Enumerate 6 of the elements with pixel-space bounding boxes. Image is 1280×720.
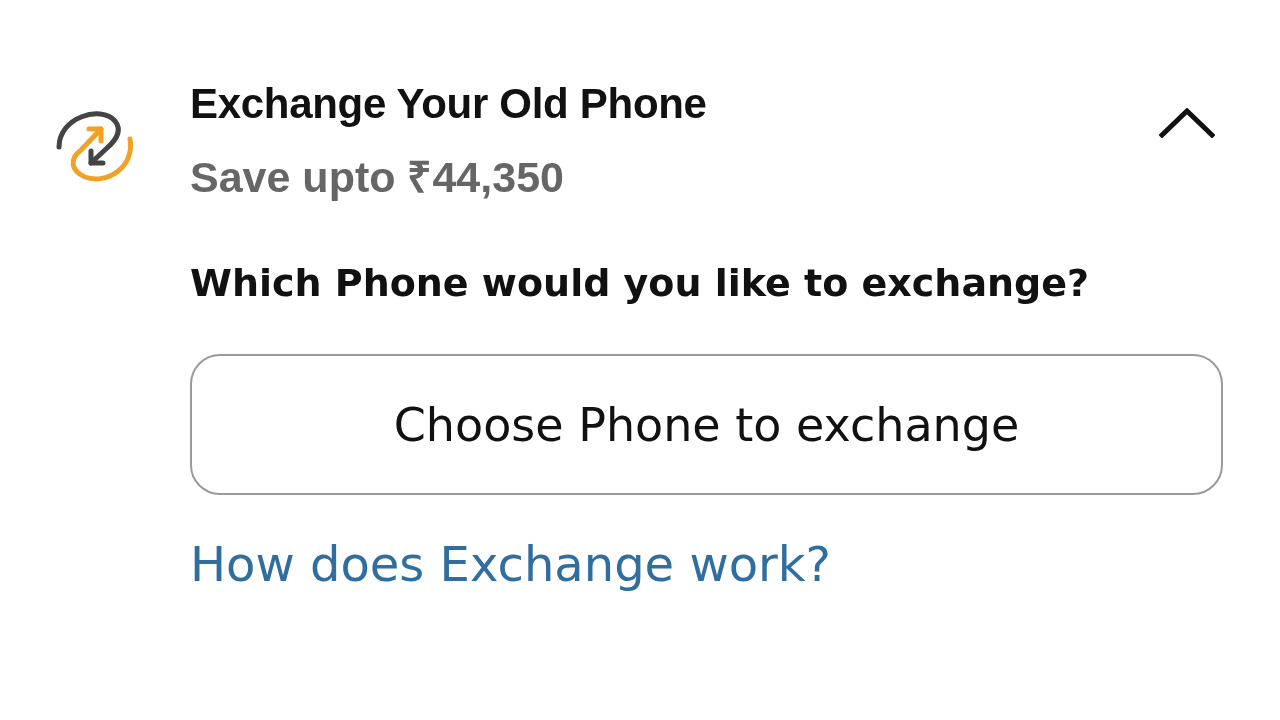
choose-phone-button[interactable]: Choose Phone to exchange [190, 354, 1223, 495]
collapse-chevron-icon[interactable] [1159, 108, 1215, 138]
question-text: Which Phone would you like to exchange? [190, 260, 1090, 306]
help-link[interactable]: How does Exchange work? [190, 536, 832, 592]
section-title: Exchange Your Old Phone [190, 80, 707, 128]
savings-text: Save upto ₹44,350 [190, 153, 564, 201]
